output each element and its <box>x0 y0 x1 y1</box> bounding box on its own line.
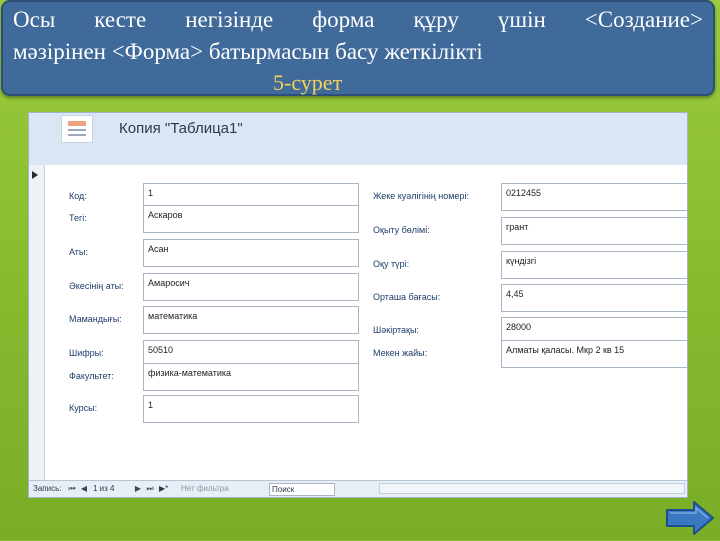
field-label-kursy: Курсы: <box>69 403 98 413</box>
field-label-zheke-kualik: Жеке куәлігінің номері: <box>373 191 469 201</box>
record-navigation-bar: Запись: ⏮ ◀ 1 из 4 ▶ ⏭ ▶* Нет фильтра По… <box>29 480 687 497</box>
field-input-akesinin-aty[interactable]: Амаросич <box>143 273 359 301</box>
slide-title-box: Осы кесте негізінде форма құру үшін <Соз… <box>1 0 715 96</box>
field-label-mamandygy: Мамандығы: <box>69 314 122 324</box>
field-input-meken-zhaiy[interactable]: Алматы қаласы. Мкр 2 кв 15 <box>501 340 687 368</box>
record-label: Запись: <box>33 484 62 493</box>
search-input[interactable]: Поиск <box>269 483 335 496</box>
record-pointer-icon <box>32 171 38 179</box>
field-label-oku-turi: Оқу түрі: <box>373 259 410 269</box>
form-detail-area: Код: 1 Тегі: Аскаров Аты: Асан Әкесінің … <box>45 166 687 481</box>
last-record-button[interactable]: ⏭ <box>145 483 155 495</box>
previous-record-button[interactable]: ◀ <box>79 483 89 495</box>
field-label-shakirtaky: Шәкіртақы: <box>373 325 419 335</box>
field-input-kursy[interactable]: 1 <box>143 395 359 423</box>
access-form-window: Копия "Таблица1" Код: 1 Тегі: Аскаров Ат… <box>28 112 688 498</box>
figure-caption: 5-сурет <box>273 70 343 95</box>
form-header: Копия "Таблица1" <box>29 113 687 165</box>
field-input-aty[interactable]: Асан <box>143 239 359 267</box>
form-title: Копия "Таблица1" <box>119 120 243 137</box>
horizontal-scrollbar[interactable] <box>379 483 685 494</box>
record-position[interactable]: 1 из 4 <box>93 483 114 495</box>
next-record-button[interactable]: ▶ <box>133 483 143 495</box>
field-label-aty: Аты: <box>69 247 88 257</box>
form-icon <box>61 115 93 143</box>
slide-title-line2: мәзірінен <Форма> батырмасын басу жеткіл… <box>13 39 483 64</box>
field-label-akesinin-aty: Әкесінің аты: <box>69 281 124 291</box>
field-label-tegi: Тегі: <box>69 213 87 223</box>
field-input-ortasha-bagasy[interactable]: 4,45 <box>501 284 687 312</box>
field-label-kod: Код: <box>69 191 87 201</box>
field-input-mamandygy[interactable]: математика <box>143 306 359 334</box>
field-label-meken-zhaiy: Мекен жайы: <box>373 348 428 358</box>
filter-status[interactable]: Нет фильтра <box>181 483 229 495</box>
field-input-okytu-bolimi[interactable]: грант <box>501 217 687 245</box>
field-input-tegi[interactable]: Аскаров <box>143 205 359 233</box>
field-label-okytu-bolimi: Оқыту бөлімі: <box>373 225 430 235</box>
right-arrow-icon <box>666 501 714 535</box>
field-input-fakultet[interactable]: физика-математика <box>143 363 359 391</box>
field-label-fakultet: Факультет: <box>69 371 114 381</box>
field-label-shifry: Шифры: <box>69 348 104 358</box>
field-input-oku-turi[interactable]: күндізгі <box>501 251 687 279</box>
first-record-button[interactable]: ⏮ <box>67 483 77 495</box>
next-slide-button[interactable] <box>664 500 716 536</box>
new-record-button[interactable]: ▶* <box>159 483 168 495</box>
record-selector[interactable] <box>29 165 45 481</box>
field-label-ortasha-bagasy: Орташа бағасы: <box>373 292 441 302</box>
slide-title-line1: Осы кесте негізінде форма құру үшін <Соз… <box>13 7 703 32</box>
field-input-zheke-kualik[interactable]: 0212455 <box>501 183 687 211</box>
